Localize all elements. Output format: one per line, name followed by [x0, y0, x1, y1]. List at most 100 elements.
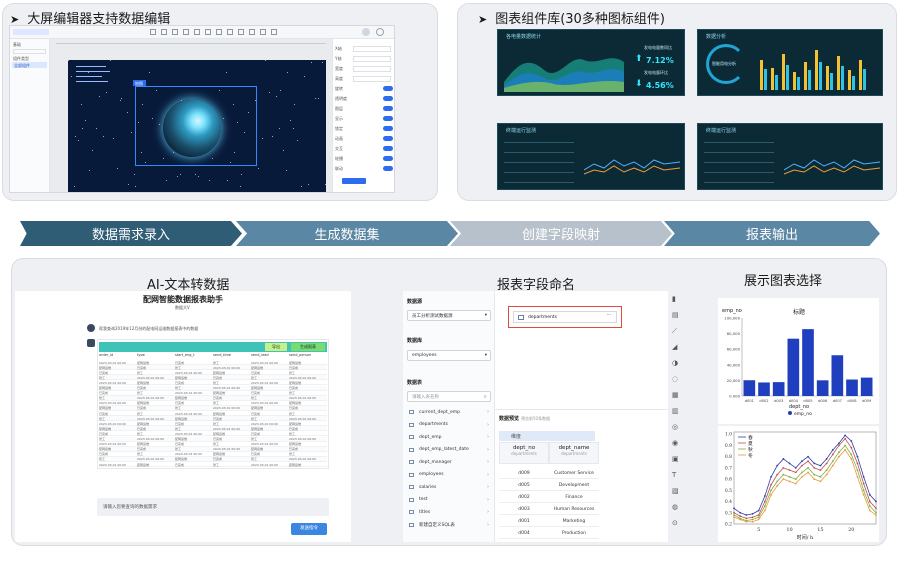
- user-avatar[interactable]: [362, 28, 370, 36]
- preview-rows: d009 Customer Service d005 Development d002 F…: [499, 468, 599, 539]
- table-list-item[interactable]: current_dept_emp ›: [407, 408, 493, 418]
- toolbar-icon[interactable]: [161, 29, 167, 35]
- toolbar-icon[interactable]: [150, 29, 156, 35]
- chart-type-icon[interactable]: ▧: [672, 487, 679, 495]
- dashboard-monitor-2[interactable]: 终端运行监测: [697, 123, 883, 190]
- chart-type-icon[interactable]: ◍: [672, 503, 678, 511]
- property-input[interactable]: [353, 56, 391, 62]
- table-list-item[interactable]: employees ›: [407, 471, 493, 481]
- toggle-switch[interactable]: [383, 116, 393, 121]
- chart-type-icon[interactable]: ▮: [672, 295, 676, 303]
- toolbar-icon[interactable]: [216, 29, 222, 35]
- chart-type-icon[interactable]: ◑: [672, 359, 678, 367]
- area-chart: [504, 58, 624, 92]
- property-input[interactable]: [353, 46, 391, 52]
- send-button[interactable]: 发送指令: [291, 523, 327, 535]
- table-list-item[interactable]: departments ›: [407, 421, 493, 431]
- chart-type-icon[interactable]: ▥: [672, 407, 679, 415]
- toggle-switch[interactable]: [383, 136, 393, 141]
- toolbar-icon[interactable]: [238, 29, 244, 35]
- database-select[interactable]: employees ▾: [407, 350, 491, 361]
- dashboard-area-chart[interactable]: 各电量数据统计 ⬆ 7.12% 发电电量数同比 发电电量环比 ⬇ 4.56%: [497, 29, 685, 96]
- table-icon: [409, 472, 414, 477]
- preview-cell: Customer Service: [554, 471, 594, 476]
- data-point: [850, 440, 853, 442]
- property-input[interactable]: [353, 76, 391, 82]
- toggle-switch[interactable]: [383, 156, 393, 161]
- table-cell: 张工: [289, 431, 296, 436]
- toolbar-icon[interactable]: [172, 29, 178, 35]
- table-list-item[interactable]: test ›: [407, 496, 493, 506]
- table-search-input[interactable]: 请输入表名称 ⌕: [407, 391, 491, 402]
- toggle-switch[interactable]: [383, 96, 393, 101]
- step-data-input[interactable]: 数据需求录入: [20, 221, 242, 246]
- chart-type-icon[interactable]: T: [672, 471, 676, 479]
- table-cell: 已完成: [289, 386, 299, 390]
- toolbar-icon[interactable]: [194, 29, 200, 35]
- table-list-item[interactable]: dept_emp ›: [407, 433, 493, 443]
- table-cell: 已完成: [251, 391, 261, 396]
- settings-icon[interactable]: [376, 28, 384, 36]
- editor-tab-active[interactable]: [13, 29, 49, 35]
- table-row: d005 Development: [499, 480, 599, 491]
- datasource-select[interactable]: 员工分析测试数据源 ▾: [407, 310, 491, 321]
- chart-type-icon[interactable]: ◌: [672, 375, 678, 383]
- table-cell: 2023-03-01 00:00: [251, 462, 279, 467]
- dashboard-monitor-1[interactable]: 终端运行监测: [497, 123, 685, 190]
- generate-report-button[interactable]: 生成报表: [291, 343, 325, 351]
- toggle-switch[interactable]: [383, 146, 393, 151]
- toolbar-icon[interactable]: [271, 29, 277, 35]
- chart-type-icon[interactable]: ▦: [672, 391, 679, 399]
- star: [195, 174, 196, 175]
- chart-type-icon[interactable]: ▤: [672, 311, 679, 319]
- table-cell: 配网运维: [175, 416, 188, 421]
- toolbar-icon[interactable]: [260, 29, 266, 35]
- toggle-switch[interactable]: [383, 166, 393, 171]
- apply-button[interactable]: [342, 178, 366, 184]
- table-list-item[interactable]: salaries ›: [407, 483, 493, 493]
- table-cell: 已完成: [251, 431, 261, 436]
- star: [96, 128, 97, 129]
- more-icon[interactable]: ···: [607, 313, 611, 318]
- step-field-mapping[interactable]: 创建字段映射: [450, 221, 672, 246]
- selected-table-chip[interactable]: departments ···: [513, 311, 617, 323]
- chart-type-icon[interactable]: ◎: [672, 423, 678, 431]
- dashboard-gauge-bar[interactable]: 数据分析 智能用电分析: [697, 29, 883, 96]
- toggle-switch[interactable]: [383, 126, 393, 131]
- star: [325, 184, 326, 185]
- chevron-right-icon: ›: [487, 509, 489, 515]
- data-point: [838, 455, 840, 458]
- table-cell: 配网运维: [289, 442, 302, 447]
- step-generate-dataset[interactable]: 生成数据集: [236, 221, 458, 246]
- table-list-item[interactable]: 新建自定义SQL表 ›: [407, 521, 493, 531]
- toolbar-icon[interactable]: [227, 29, 233, 35]
- sidebar-item[interactable]: 全部组件: [14, 63, 30, 69]
- sidebar-item[interactable]: 基础: [13, 42, 21, 48]
- toolbar-icon[interactable]: [183, 29, 189, 35]
- component-tag[interactable]: 地图: [133, 80, 146, 86]
- bar: [819, 62, 822, 90]
- plot-frame: [733, 431, 877, 525]
- table-list-item[interactable]: titles ›: [407, 508, 493, 518]
- preview-cell: Human Resources: [553, 507, 595, 512]
- toggle-switch[interactable]: [383, 86, 393, 91]
- query-input[interactable]: 请输入您要查询的数据需求: [97, 498, 329, 516]
- toggle-switch[interactable]: [383, 106, 393, 111]
- property-input[interactable]: [353, 66, 391, 72]
- chart-type-icon[interactable]: ⊙: [672, 519, 678, 527]
- table-cell: 配网运维: [99, 426, 112, 431]
- chart-type-icon[interactable]: ⟋: [672, 327, 677, 336]
- table-list-item[interactable]: dept_emp_latest_date ›: [407, 446, 493, 456]
- sidebar-search[interactable]: [13, 49, 46, 54]
- data-point: [850, 458, 853, 460]
- toolbar-icon[interactable]: [205, 29, 211, 35]
- toolbar-icon[interactable]: [249, 29, 255, 35]
- table-cell: 已完成: [251, 370, 261, 375]
- data-point: [745, 517, 748, 520]
- step-report-output[interactable]: 报表输出: [664, 221, 880, 246]
- chart-type-icon[interactable]: ◢: [672, 343, 677, 351]
- chart-type-icon[interactable]: ▣: [672, 455, 679, 463]
- export-button[interactable]: 导出: [265, 343, 287, 351]
- chart-type-icon[interactable]: ◉: [672, 439, 678, 447]
- table-list-item[interactable]: dept_manager ›: [407, 458, 493, 468]
